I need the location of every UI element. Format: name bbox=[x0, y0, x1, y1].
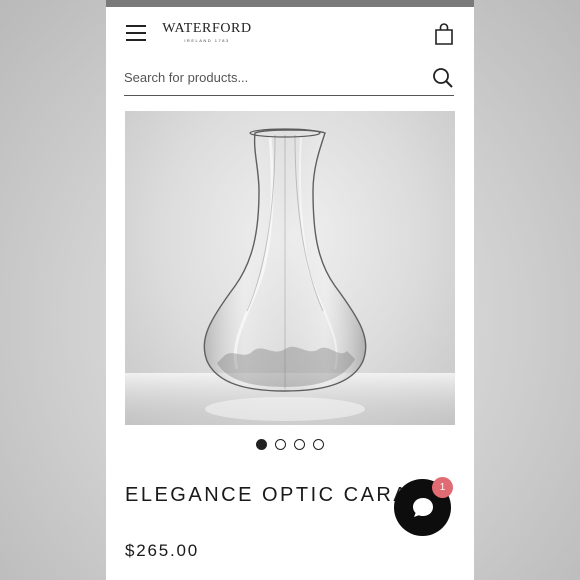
chat-bubble-icon bbox=[412, 497, 433, 517]
product-image[interactable] bbox=[125, 111, 455, 425]
search-icon[interactable] bbox=[432, 67, 454, 89]
brand-name: WATERFORD bbox=[162, 21, 252, 36]
status-bar bbox=[106, 0, 474, 7]
product-price: $265.00 bbox=[125, 541, 200, 560]
image-carousel-indicators bbox=[106, 439, 474, 450]
carousel-dot-1[interactable] bbox=[256, 439, 267, 450]
brand-tagline: IRELAND 1783 bbox=[184, 38, 230, 43]
brand-logo[interactable]: WATERFORD IRELAND 1783 bbox=[162, 21, 252, 43]
decanter-illustration bbox=[125, 128, 455, 425]
hamburger-menu-icon[interactable] bbox=[126, 25, 146, 41]
shopping-bag-icon[interactable] bbox=[434, 23, 454, 45]
search-input[interactable] bbox=[124, 62, 454, 92]
carousel-dot-2[interactable] bbox=[275, 439, 286, 450]
search-bar bbox=[124, 62, 454, 96]
carousel-dot-3[interactable] bbox=[294, 439, 305, 450]
chat-notification-badge: 1 bbox=[432, 477, 453, 498]
carousel-dot-4[interactable] bbox=[313, 439, 324, 450]
site-header: WATERFORD IRELAND 1783 bbox=[106, 7, 474, 59]
